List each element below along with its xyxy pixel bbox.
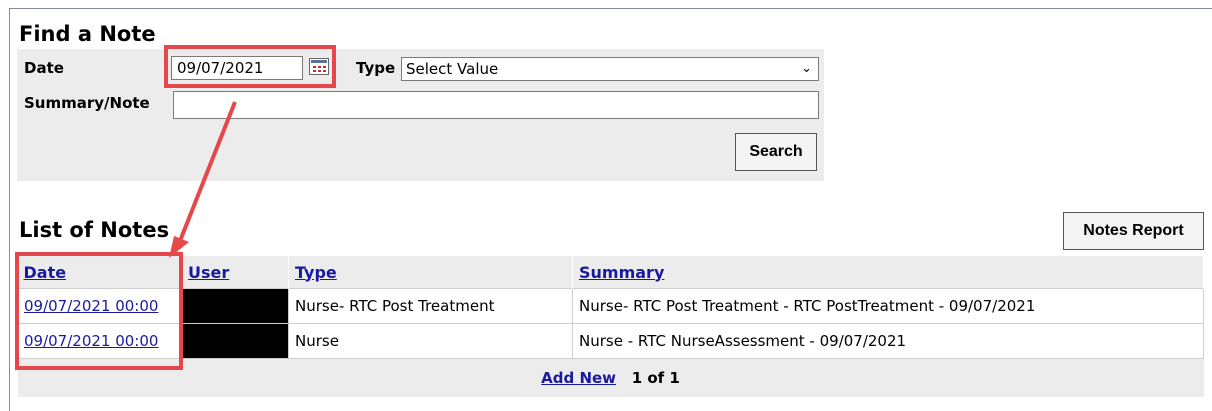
annotation-arrow: [169, 101, 237, 258]
arrow-head-icon: [169, 236, 189, 258]
